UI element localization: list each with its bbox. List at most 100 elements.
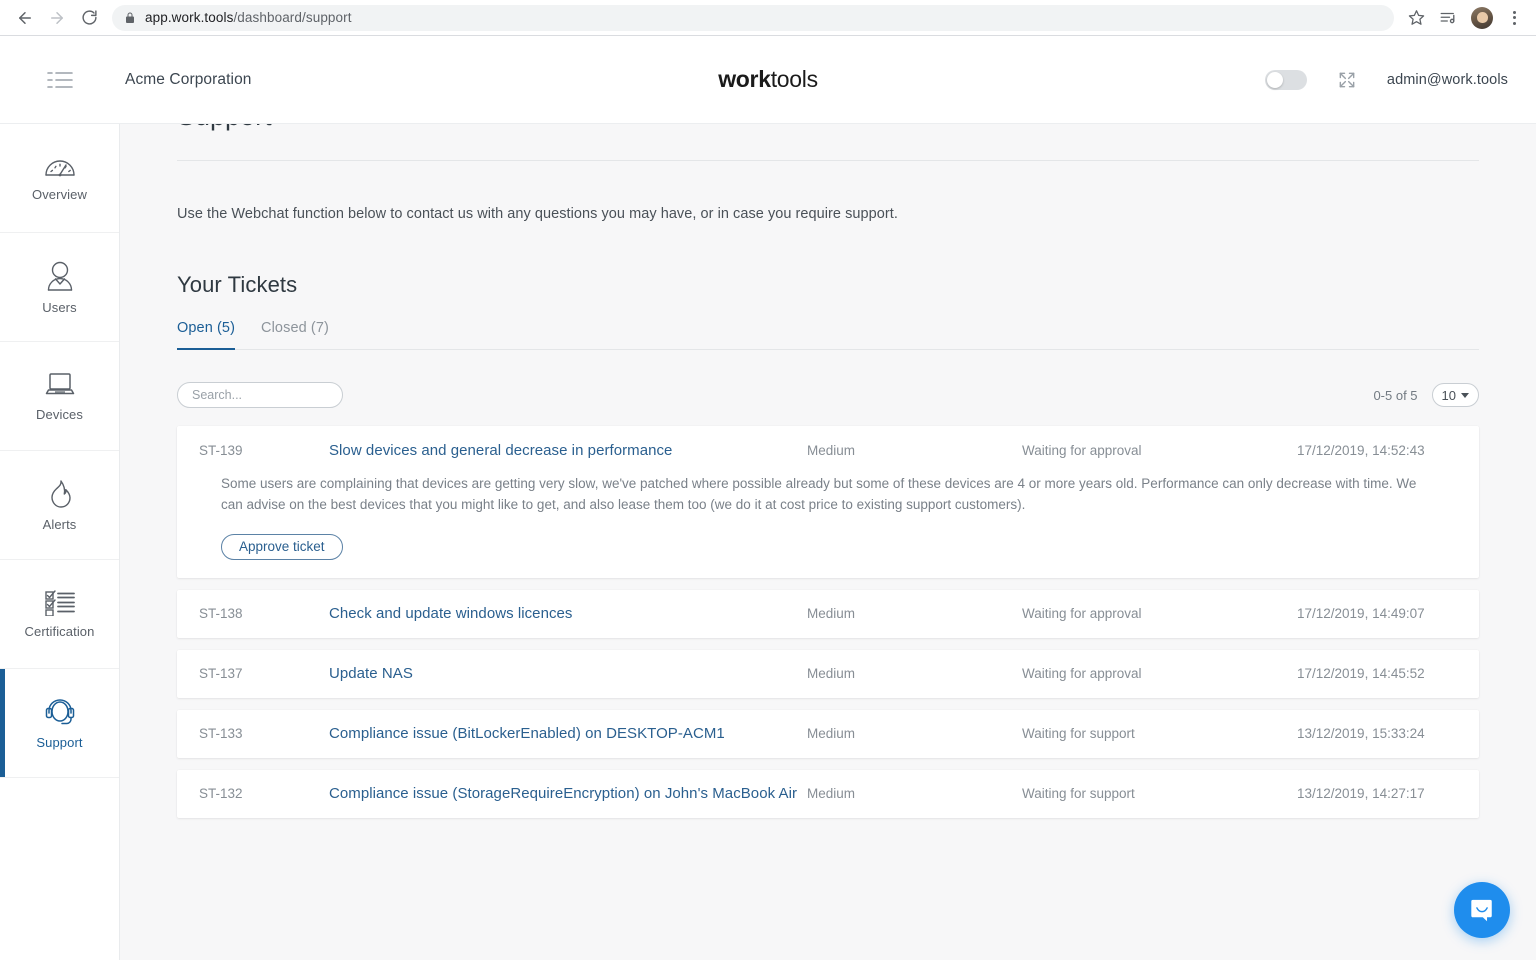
reload-button[interactable] xyxy=(74,3,104,33)
dark-mode-toggle[interactable] xyxy=(1264,69,1307,90)
browser-menu-button[interactable] xyxy=(1502,4,1526,32)
per-page-value: 10 xyxy=(1441,387,1456,403)
table-row[interactable]: ST-138 Check and update windows licences… xyxy=(177,589,1479,638)
ticket-subject-link[interactable]: Slow devices and general decrease in per… xyxy=(329,442,807,459)
ticket-id: ST-132 xyxy=(199,786,243,802)
sidebar-item-devices[interactable]: Devices xyxy=(0,342,119,451)
lock-icon xyxy=(124,12,136,24)
intro-paragraph: Use the Webchat function below to contac… xyxy=(177,206,898,222)
sidebar-item-users[interactable]: Users xyxy=(0,233,119,342)
ticket-subject-link[interactable]: Update NAS xyxy=(329,665,807,682)
ticket-status: Waiting for support xyxy=(1022,786,1135,802)
page-title: Support xyxy=(177,124,272,132)
search-box[interactable] xyxy=(177,382,353,408)
address-bar-url: app.work.tools/dashboard/support xyxy=(145,10,352,25)
list-toolbar: 0-5 of 5 10 xyxy=(177,382,1479,408)
pagination-controls: 0-5 of 5 10 xyxy=(1373,383,1479,407)
gauge-icon xyxy=(44,159,75,176)
sidebar-item-overview[interactable]: Overview xyxy=(0,124,119,233)
chrome-profile-avatar[interactable] xyxy=(1471,6,1493,29)
tab-closed[interactable]: Closed (7) xyxy=(261,320,329,350)
sidebar-nav: Overview Users Devices Alerts Certificat… xyxy=(0,124,120,960)
sidebar-item-certification[interactable]: Certification xyxy=(0,560,119,669)
sidebar-menu-toggle[interactable] xyxy=(30,71,90,89)
ticket-summary-row[interactable]: ST-139 Slow devices and general decrease… xyxy=(199,426,1457,474)
logo-bold-part: work xyxy=(718,66,771,92)
headset-icon xyxy=(45,698,74,724)
forward-arrow-icon xyxy=(51,11,63,24)
browser-toolbar: app.work.tools/dashboard/support xyxy=(0,0,1536,36)
fullscreen-button[interactable] xyxy=(1337,70,1357,90)
list-menu-icon xyxy=(47,71,73,88)
sidebar-item-label: Support xyxy=(36,734,83,750)
header-right-controls: admin@work.tools xyxy=(1264,69,1508,90)
flame-icon xyxy=(50,479,71,508)
sidebar-item-label: Users xyxy=(42,299,77,315)
table-row[interactable]: ST-132 Compliance issue (StorageRequireE… xyxy=(177,769,1479,818)
ticket-list: ST-139 Slow devices and general decrease… xyxy=(177,426,1479,818)
forward-button[interactable] xyxy=(42,3,72,33)
ticket-subject-link[interactable]: Compliance issue (StorageRequireEncrypti… xyxy=(329,785,807,802)
user-email-menu[interactable]: admin@work.tools xyxy=(1387,72,1508,88)
ticket-tabs: Open (5) Closed (7) xyxy=(177,320,1479,350)
ticket-date: 17/12/2019, 14:45:52 xyxy=(1297,666,1425,682)
main-content: Support Use the Webchat function below t… xyxy=(120,124,1536,960)
sidebar-item-label: Devices xyxy=(36,406,83,422)
chevron-down-icon xyxy=(1461,392,1469,398)
ticket-status: Waiting for approval xyxy=(1022,442,1142,458)
ticket-date: 13/12/2019, 14:27:17 xyxy=(1297,786,1425,802)
sidebar-item-alerts[interactable]: Alerts xyxy=(0,451,119,560)
laptop-icon xyxy=(45,372,74,394)
ticket-id: ST-139 xyxy=(199,442,243,458)
per-page-select[interactable]: 10 xyxy=(1431,383,1479,407)
ticket-id: ST-137 xyxy=(199,666,243,682)
ticket-id: ST-138 xyxy=(199,606,243,622)
bookmark-button[interactable] xyxy=(1402,4,1430,32)
address-bar[interactable]: app.work.tools/dashboard/support xyxy=(112,4,1394,31)
ticket-subject-link[interactable]: Check and update windows licences xyxy=(329,605,807,622)
browser-action-icons xyxy=(1402,4,1526,32)
search-input[interactable] xyxy=(192,388,353,402)
ticket-status: Waiting for approval xyxy=(1022,666,1142,682)
ticket-expanded-body: Some users are complaining that devices … xyxy=(199,474,1457,578)
app-logo: worktools xyxy=(718,66,818,93)
ticket-status: Waiting for approval xyxy=(1022,606,1142,622)
tab-open[interactable]: Open (5) xyxy=(177,320,236,350)
approve-ticket-button[interactable]: Approve ticket xyxy=(221,533,343,560)
ticket-summary-row[interactable]: ST-133 Compliance issue (BitLockerEnable… xyxy=(199,710,1457,758)
chat-launcher-button[interactable] xyxy=(1454,882,1510,938)
title-divider xyxy=(177,160,1479,161)
sidebar-item-label: Overview xyxy=(32,186,87,202)
ticket-summary-row[interactable]: ST-132 Compliance issue (StorageRequireE… xyxy=(199,770,1457,818)
ticket-subject-link[interactable]: Compliance issue (BitLockerEnabled) on D… xyxy=(329,725,807,742)
ticket-date: 13/12/2019, 15:33:24 xyxy=(1297,726,1425,742)
reading-list-icon xyxy=(1440,12,1455,23)
star-icon xyxy=(1408,10,1424,25)
app-body: Overview Users Devices Alerts Certificat… xyxy=(0,124,1536,960)
logo-light-part: tools xyxy=(770,66,818,92)
section-title-your-tickets: Your Tickets xyxy=(177,272,298,297)
table-row[interactable]: ST-137 Update NAS Medium Waiting for app… xyxy=(177,649,1479,698)
back-button[interactable] xyxy=(10,3,40,33)
organization-name: Acme Corporation xyxy=(125,70,252,88)
sidebar-item-support[interactable]: Support xyxy=(0,669,119,778)
ticket-id: ST-133 xyxy=(199,726,243,742)
sidebar-item-label: Certification xyxy=(24,623,95,639)
page-range-label: 0-5 of 5 xyxy=(1373,387,1418,403)
user-icon xyxy=(47,261,72,291)
browser-nav-buttons xyxy=(10,3,104,33)
ticket-priority: Medium xyxy=(807,786,856,802)
table-row[interactable]: ST-133 Compliance issue (BitLockerEnable… xyxy=(177,709,1479,758)
ticket-description: Some users are complaining that devices … xyxy=(221,476,1417,512)
ticket-summary-row[interactable]: ST-138 Check and update windows licences… xyxy=(199,590,1457,638)
ticket-date: 17/12/2019, 14:49:07 xyxy=(1297,606,1425,622)
ticket-priority: Medium xyxy=(807,442,856,458)
app-header: Acme Corporation worktools admin@work.to… xyxy=(0,36,1536,124)
back-arrow-icon xyxy=(19,11,31,24)
ticket-summary-row[interactable]: ST-137 Update NAS Medium Waiting for app… xyxy=(199,650,1457,698)
checklist-icon xyxy=(44,589,75,616)
ticket-priority: Medium xyxy=(807,726,856,742)
table-row[interactable]: ST-139 Slow devices and general decrease… xyxy=(177,426,1479,578)
reload-icon xyxy=(81,10,97,25)
reading-list-button[interactable] xyxy=(1434,4,1462,32)
